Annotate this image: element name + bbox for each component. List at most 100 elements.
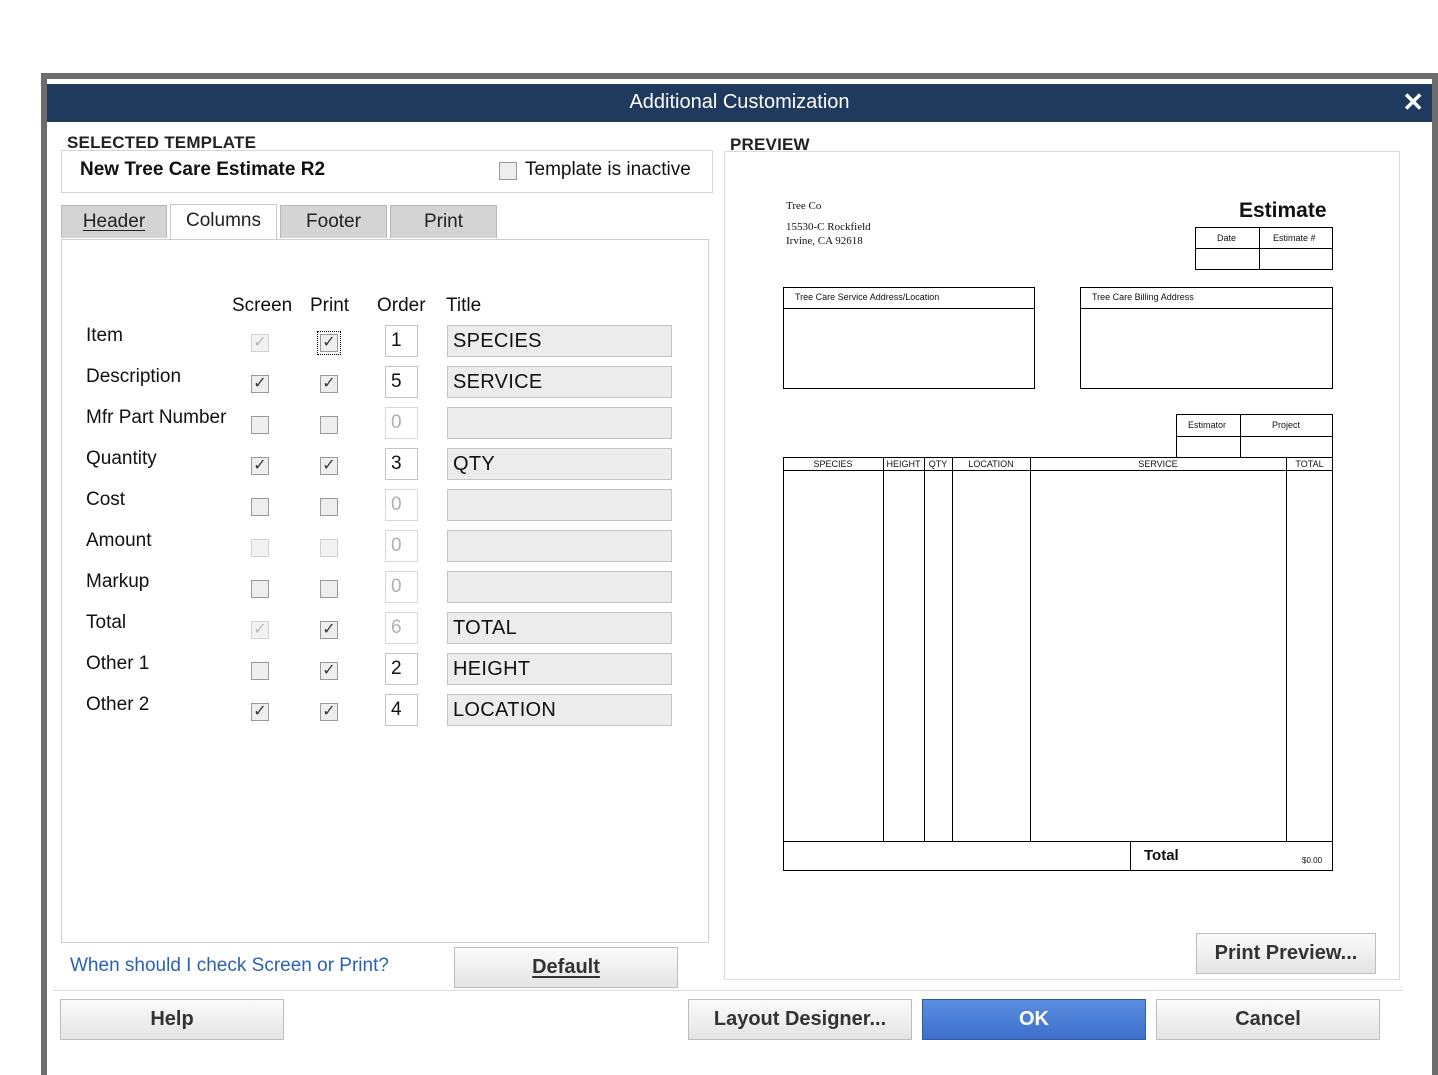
row-label: Markup — [86, 571, 150, 592]
preview-line-items-table — [783, 457, 1333, 871]
tab-label: Print — [423, 211, 464, 232]
screen-print-help-link[interactable]: When should I check Screen or Print? — [70, 955, 389, 977]
row-label: Other 2 — [86, 694, 150, 715]
row-label: Total — [86, 612, 127, 633]
preview-billing-address-box — [1080, 287, 1333, 389]
order-field: 0 — [385, 489, 418, 521]
print-checkbox[interactable]: ✓ — [317, 331, 341, 355]
title-field[interactable] — [447, 571, 672, 603]
tab-label: Columns — [186, 210, 261, 231]
help-button[interactable]: Help — [60, 999, 284, 1040]
preview-column-qty: QTY — [928, 459, 948, 469]
preview-column-divider — [1030, 457, 1031, 841]
order-field[interactable]: 3 — [385, 448, 418, 480]
close-icon[interactable]: ✕ — [1402, 89, 1424, 115]
title-field[interactable]: SERVICE — [447, 366, 672, 398]
preview-column-total: TOTAL — [1295, 459, 1324, 469]
tab-footer[interactable]: Footer — [280, 205, 387, 238]
preview-divider — [1080, 308, 1333, 309]
preview-service-address-label: Tree Care Service Address/Location — [795, 292, 940, 302]
title-field[interactable] — [447, 530, 672, 562]
preview-date-label: Date — [1217, 233, 1237, 243]
tab-print[interactable]: Print — [390, 205, 497, 238]
preview-column-divider — [952, 457, 953, 841]
print-checkbox[interactable] — [320, 580, 338, 598]
screen-checkbox[interactable] — [251, 416, 269, 434]
row-label: Description — [86, 366, 182, 387]
preview-column-divider — [883, 457, 884, 841]
title-field[interactable] — [447, 489, 672, 521]
ok-button[interactable]: OK — [922, 999, 1146, 1040]
print-checkbox[interactable]: ✓ — [320, 662, 338, 680]
preview-address-line2: Irvine, CA 92618 — [786, 235, 863, 247]
dialog-titlebar[interactable]: Additional Customization ✕ — [47, 84, 1432, 122]
title-field[interactable]: QTY — [447, 448, 672, 480]
preview-divider — [1259, 227, 1260, 270]
template-name: New Tree Care Estimate R2 — [80, 159, 326, 180]
tab-columns[interactable]: Columns — [170, 204, 277, 239]
title-field[interactable]: TOTAL — [447, 612, 672, 644]
preview-column-service: SERVICE — [1138, 459, 1178, 469]
screen-checkbox: ✓ — [251, 621, 269, 639]
screen-checkbox[interactable]: ✓ — [251, 703, 269, 721]
print-preview-button[interactable]: Print Preview... — [1196, 933, 1376, 974]
preview-billing-address-label: Tree Care Billing Address — [1092, 292, 1194, 302]
footer-divider — [53, 990, 1403, 991]
preview-service-address-box — [783, 287, 1035, 389]
layout-designer-button[interactable]: Layout Designer... — [688, 999, 912, 1040]
print-checkbox[interactable]: ✓ — [320, 703, 338, 721]
title-field[interactable]: LOCATION — [447, 694, 672, 726]
order-field[interactable]: 1 — [385, 325, 418, 357]
preview-address-line1: 15530-C Rockfield — [786, 221, 871, 233]
default-button[interactable]: Default — [454, 947, 678, 988]
tab-label: Footer — [306, 211, 361, 232]
preview-column-species: SPECIES — [813, 459, 853, 469]
preview-divider — [1195, 248, 1333, 249]
preview-column-divider — [1286, 457, 1287, 841]
column-header-order: Order — [377, 295, 426, 316]
preview-divider — [1240, 414, 1241, 458]
title-field[interactable]: HEIGHT — [447, 653, 672, 685]
tab-header[interactable]: Header — [61, 205, 167, 238]
print-checkbox[interactable]: ✓ — [320, 621, 338, 639]
preview-estimate-no-label: Estimate # — [1273, 233, 1316, 243]
title-field[interactable] — [447, 407, 672, 439]
preview-divider — [783, 470, 1333, 471]
screen-checkbox[interactable] — [251, 498, 269, 516]
preview-column-divider — [1130, 841, 1131, 871]
preview-estimator-label: Estimator — [1188, 420, 1227, 430]
screen-checkbox[interactable]: ✓ — [251, 375, 269, 393]
layout-designer-label: Layout Designer... — [713, 1008, 887, 1030]
preview-column-location: LOCATION — [968, 459, 1014, 469]
print-checkbox[interactable] — [320, 416, 338, 434]
order-field[interactable]: 4 — [385, 694, 418, 726]
order-field: 0 — [385, 571, 418, 603]
preview-total-value: $0.00 — [1302, 856, 1323, 865]
preview-total-label: Total — [1144, 847, 1179, 864]
title-field[interactable]: SPECIES — [447, 325, 672, 357]
print-checkbox[interactable]: ✓ — [320, 457, 338, 475]
preview-divider — [1176, 436, 1333, 437]
preview-company-name: Tree Co — [786, 200, 822, 212]
preview-column-height: HEIGHT — [886, 459, 921, 469]
row-label: Cost — [86, 489, 126, 510]
screen-checkbox — [251, 539, 269, 557]
print-checkbox[interactable] — [320, 498, 338, 516]
screen-checkbox[interactable] — [251, 662, 269, 680]
row-label: Other 1 — [86, 653, 150, 674]
order-field: 0 — [385, 530, 418, 562]
screen-checkbox[interactable] — [251, 580, 269, 598]
screen-checkbox: ✓ — [251, 334, 269, 352]
screen-checkbox[interactable]: ✓ — [251, 457, 269, 475]
template-inactive-checkbox[interactable] — [499, 162, 517, 180]
row-label: Quantity — [86, 448, 157, 469]
tab-label: Header — [82, 211, 146, 232]
print-checkbox[interactable]: ✓ — [320, 375, 338, 393]
order-field[interactable]: 2 — [385, 653, 418, 685]
order-field[interactable]: 5 — [385, 366, 418, 398]
selected-template-box: New Tree Care Estimate R2 Template is in… — [61, 150, 713, 193]
row-label: Item — [86, 325, 123, 346]
cancel-button[interactable]: Cancel — [1156, 999, 1380, 1040]
preview-doc-title: Estimate — [1239, 199, 1327, 222]
template-inactive-label: Template is inactive — [525, 159, 691, 180]
